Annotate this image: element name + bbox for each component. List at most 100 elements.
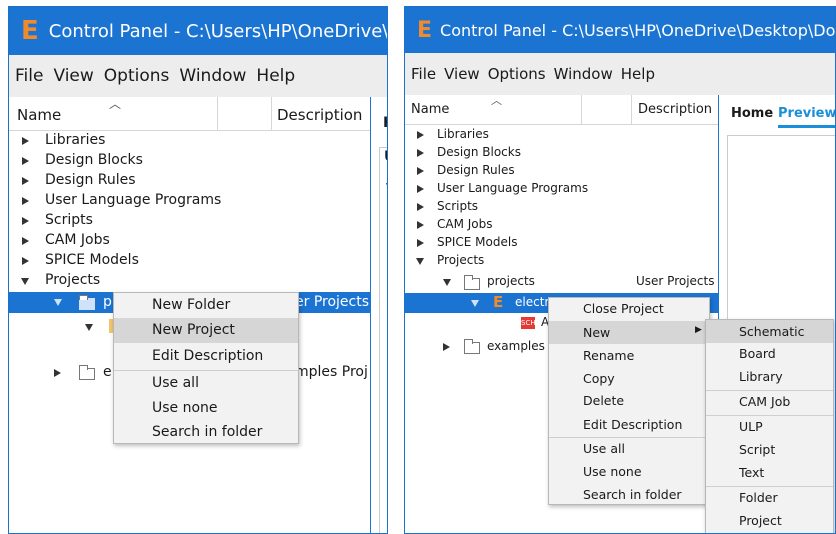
tree-item-design-blocks[interactable]: Design Blocks xyxy=(405,144,719,162)
submenu-item-script[interactable]: Script xyxy=(706,439,833,462)
menu-file[interactable]: File xyxy=(15,66,43,86)
expand-arrow-icon[interactable] xyxy=(22,237,29,245)
right-control-panel-window: E Control Panel - C:\Users\HP\OneDrive\D… xyxy=(404,6,836,534)
left-window-title: Control Panel - C:\Users\HP\OneDrive\De xyxy=(48,20,387,42)
collapse-arrow-icon[interactable] xyxy=(471,300,479,307)
menu-item-edit-description[interactable]: Edit Description xyxy=(114,343,298,368)
menu-item-search-in-folder[interactable]: Search in folder xyxy=(114,421,298,445)
menu-item-rename[interactable]: Rename xyxy=(549,344,709,367)
column-name-header[interactable]: Name xyxy=(17,106,61,124)
submenu-item-project[interactable]: Project xyxy=(706,510,833,533)
menu-item-use-all[interactable]: Use all xyxy=(114,371,298,396)
expand-arrow-icon[interactable] xyxy=(417,131,424,139)
expand-arrow-icon[interactable] xyxy=(417,185,424,193)
expand-arrow-icon[interactable] xyxy=(22,177,29,185)
tree-item-spice-models[interactable]: SPICE Models xyxy=(405,234,719,252)
eagle-project-icon: E xyxy=(493,293,504,311)
tree-item-name: p xyxy=(103,294,112,310)
menu-item-search-in-folder[interactable]: Search in folder xyxy=(549,484,709,506)
menu-item-use-all[interactable]: Use all xyxy=(549,438,709,461)
menu-item-new-folder[interactable]: New Folder xyxy=(114,293,298,318)
tab-preview[interactable]: Preview xyxy=(778,106,835,121)
menu-help[interactable]: Help xyxy=(621,65,655,83)
sort-caret-icon: ︿ xyxy=(109,97,122,111)
expand-arrow-icon[interactable] xyxy=(22,257,29,265)
menu-item-edit-description[interactable]: Edit Description xyxy=(549,413,709,437)
menu-options[interactable]: Options xyxy=(488,65,546,83)
right-title-bar: E Control Panel - C:\Users\HP\OneDrive\D… xyxy=(405,7,835,53)
tab-fragment: H xyxy=(383,115,387,131)
tree-item-user-language-programs[interactable]: User Language Programs xyxy=(405,180,719,198)
expand-arrow-icon[interactable] xyxy=(22,157,29,165)
menu-item-use-none[interactable]: Use none xyxy=(549,461,709,484)
expand-arrow-icon[interactable] xyxy=(22,197,29,205)
menu-item-delete[interactable]: Delete xyxy=(549,390,709,413)
tree-item-projects-folder[interactable]: projects User Projects xyxy=(405,272,719,292)
submenu-item-cam-job[interactable]: CAM Job xyxy=(706,391,833,414)
submenu-item-ulp[interactable]: ULP xyxy=(706,416,833,439)
expand-arrow-icon[interactable] xyxy=(22,217,29,225)
tree-item-design-rules[interactable]: Design Rules xyxy=(9,171,371,191)
tree-item-scripts[interactable]: Scripts xyxy=(405,198,719,216)
right-menu-bar: File View Options Window Help xyxy=(405,53,835,95)
left-column-header: Name ︿ Description xyxy=(9,97,370,131)
tree-item-libraries[interactable]: Libraries xyxy=(9,131,371,151)
menu-help[interactable]: Help xyxy=(256,66,295,86)
menu-item-copy[interactable]: Copy xyxy=(549,367,709,390)
submenu-item-schematic[interactable]: Schematic xyxy=(706,320,833,343)
left-context-menu: New Folder New Project Edit Description … xyxy=(113,292,299,444)
menu-options[interactable]: Options xyxy=(104,66,170,86)
menu-window[interactable]: Window xyxy=(179,66,246,86)
collapse-arrow-icon[interactable] xyxy=(85,324,93,331)
new-submenu: Schematic Board Library CAM Job ULP Scri… xyxy=(705,319,834,533)
column-description-header[interactable]: Description xyxy=(638,102,712,117)
expand-arrow-icon[interactable] xyxy=(443,343,450,351)
tree-item-projects[interactable]: Projects xyxy=(9,271,371,291)
tree-item-user-language-programs[interactable]: User Language Programs xyxy=(9,191,371,211)
expand-arrow-icon[interactable] xyxy=(417,167,424,175)
folder-icon xyxy=(79,365,95,380)
expand-arrow-icon[interactable] xyxy=(22,137,29,145)
tree-item-cam-jobs[interactable]: CAM Jobs xyxy=(9,231,371,251)
expand-arrow-icon[interactable] xyxy=(417,203,424,211)
menu-item-new[interactable]: New ▶ xyxy=(549,321,709,344)
submenu-arrow-icon: ▶ xyxy=(695,325,702,335)
expand-arrow-icon[interactable] xyxy=(417,149,424,157)
tab-home[interactable]: Home xyxy=(731,106,773,121)
tree-item-libraries[interactable]: Libraries xyxy=(405,126,719,144)
tree-item-scripts[interactable]: Scripts xyxy=(9,211,371,231)
schematic-file-icon: SCH xyxy=(521,317,536,329)
collapse-arrow-icon[interactable] xyxy=(443,279,451,286)
expand-arrow-icon[interactable] xyxy=(54,369,61,377)
column-description-header[interactable]: Description xyxy=(277,106,362,124)
tree-item-projects[interactable]: Projects xyxy=(405,252,719,270)
menu-window[interactable]: Window xyxy=(554,65,613,83)
submenu-item-folder[interactable]: Folder xyxy=(706,487,833,510)
collapse-arrow-icon[interactable] xyxy=(416,258,424,265)
collapse-arrow-icon[interactable] xyxy=(21,278,29,285)
column-divider[interactable] xyxy=(631,95,632,124)
collapse-arrow-icon[interactable] xyxy=(54,299,62,306)
submenu-item-library[interactable]: Library xyxy=(706,366,833,389)
column-divider[interactable] xyxy=(217,97,218,130)
menu-item-close-project[interactable]: Close Project xyxy=(549,298,709,321)
menu-item-use-none[interactable]: Use none xyxy=(114,396,298,421)
menu-file[interactable]: File xyxy=(411,65,436,83)
tree-item-design-blocks[interactable]: Design Blocks xyxy=(9,151,371,171)
menu-view[interactable]: View xyxy=(53,66,93,86)
expand-arrow-icon[interactable] xyxy=(417,239,424,247)
tree-item-spice-models[interactable]: SPICE Models xyxy=(9,251,371,271)
tree-item-design-rules[interactable]: Design Rules xyxy=(405,162,719,180)
tree-item-cam-jobs[interactable]: CAM Jobs xyxy=(405,216,719,234)
tree-item-name: electr xyxy=(515,295,550,309)
column-name-header[interactable]: Name xyxy=(411,102,449,117)
menu-item-new-project[interactable]: New Project xyxy=(114,318,298,343)
column-divider[interactable] xyxy=(271,97,272,130)
preview-tab-underline xyxy=(778,125,835,128)
submenu-item-board[interactable]: Board xyxy=(706,343,833,366)
eagle-logo-icon: E xyxy=(21,16,39,46)
column-divider[interactable] xyxy=(581,95,582,124)
expand-arrow-icon[interactable] xyxy=(417,221,424,229)
submenu-item-text[interactable]: Text xyxy=(706,462,833,485)
menu-view[interactable]: View xyxy=(444,65,480,83)
